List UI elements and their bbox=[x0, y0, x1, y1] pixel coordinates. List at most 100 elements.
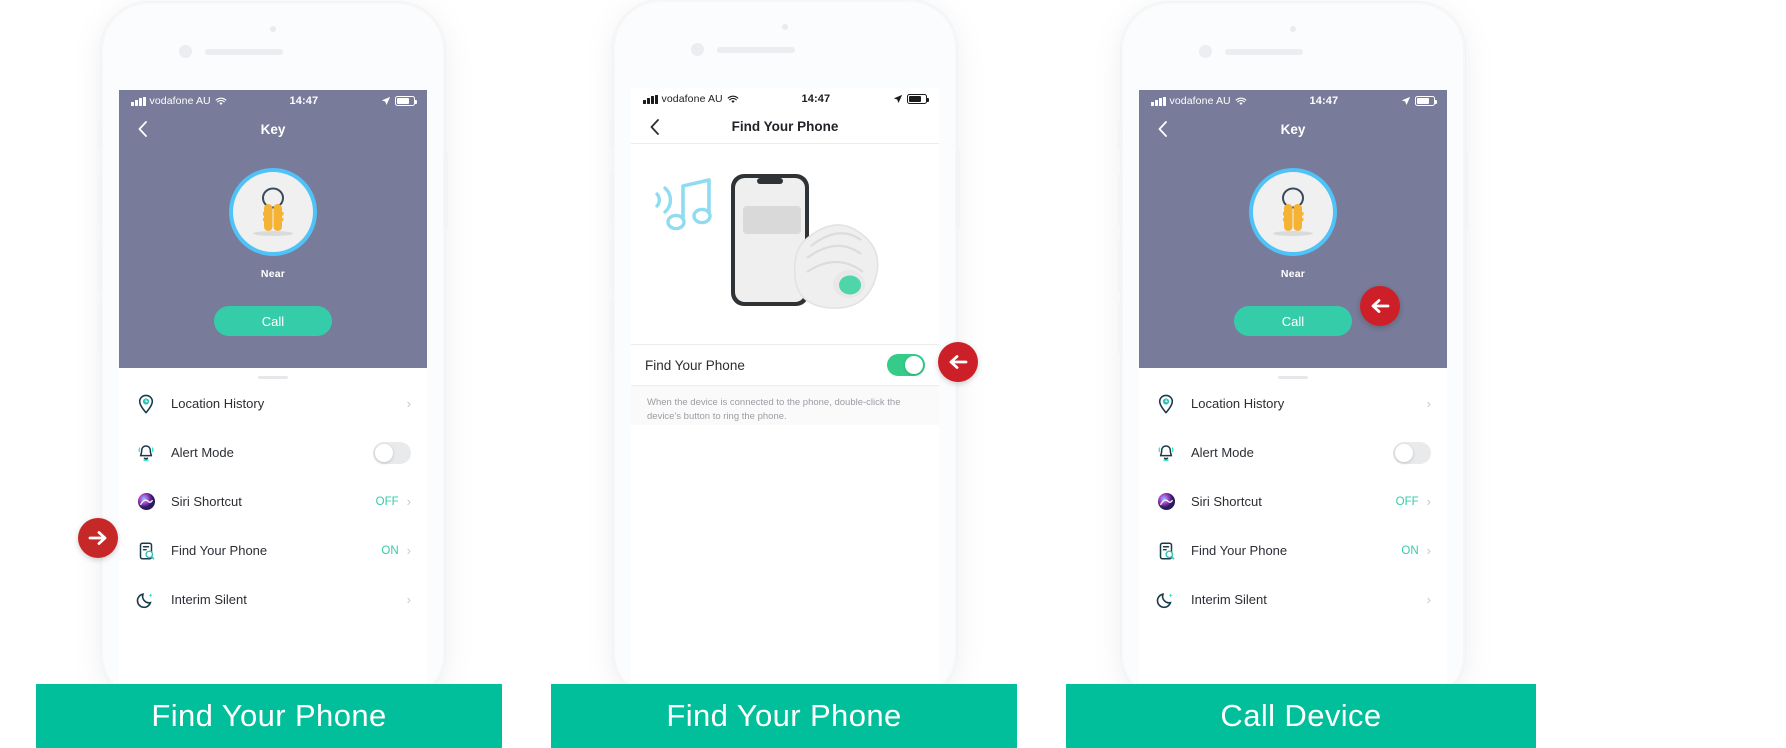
sensor-dot-2 bbox=[691, 43, 704, 56]
phone-screen-1: vodafone AU 14:47 Key Near Call Location… bbox=[119, 90, 427, 702]
list-item-label: Alert Mode bbox=[171, 445, 234, 460]
alert-mode-toggle-1[interactable] bbox=[373, 441, 411, 464]
chevron-right-icon: › bbox=[1426, 494, 1431, 509]
earpiece-speaker-2 bbox=[717, 47, 795, 53]
volume-up-button-2[interactable] bbox=[610, 172, 614, 224]
power-button-1[interactable] bbox=[444, 152, 448, 230]
earpiece-speaker-1 bbox=[205, 49, 283, 55]
settings-list-1: Location History › Alert Mode Siri Short… bbox=[119, 368, 427, 624]
list-item-find-your-phone-1[interactable]: Find Your Phone ON › bbox=[119, 526, 427, 575]
status-bar-2: vodafone AU 14:47 bbox=[631, 88, 939, 110]
volume-up-button-1[interactable] bbox=[98, 174, 102, 226]
screenshot-stage: vodafone AU 14:47 Key Near Call Location… bbox=[0, 0, 1786, 748]
chevron-right-icon: › bbox=[1426, 396, 1431, 411]
phone-frame-1: vodafone AU 14:47 Key Near Call Location… bbox=[98, 2, 448, 702]
settings-list-3: Location History › Alert Mode Siri Short… bbox=[1139, 368, 1447, 624]
back-button-2[interactable] bbox=[641, 114, 667, 140]
tracker-tag-icon bbox=[793, 224, 879, 309]
chevron-right-icon: › bbox=[406, 396, 411, 411]
volume-up-button-3[interactable] bbox=[1118, 174, 1122, 226]
earpiece-speaker-3 bbox=[1225, 49, 1303, 55]
list-item-interim-silent-3[interactable]: Interim Silent › bbox=[1139, 575, 1447, 624]
list-item-alert-mode-1[interactable]: Alert Mode bbox=[119, 428, 427, 477]
mute-switch-1[interactable] bbox=[98, 120, 102, 150]
bell-alert-icon bbox=[135, 442, 157, 464]
sensor-dot-1 bbox=[179, 45, 192, 58]
status-bar-container-2: vodafone AU 14:47 bbox=[631, 88, 939, 110]
find-phone-icon bbox=[135, 540, 157, 562]
front-camera-dot-2 bbox=[782, 24, 788, 30]
clock-label: 14:47 bbox=[801, 93, 831, 105]
side-button-extra-3[interactable] bbox=[1118, 302, 1122, 354]
wifi-icon bbox=[727, 95, 739, 103]
list-item-alert-mode-3[interactable]: Alert Mode bbox=[1139, 428, 1447, 477]
signal-bars-icon bbox=[1151, 96, 1166, 106]
list-item-value: OFF bbox=[1395, 495, 1419, 508]
wifi-icon bbox=[1235, 97, 1247, 105]
status-bar-container-3: vodafone AU 14:47 bbox=[1139, 90, 1447, 112]
annotation-arrow-1 bbox=[78, 518, 118, 558]
front-camera-dot-3 bbox=[1290, 26, 1296, 32]
helper-text-container: When the device is connected to the phon… bbox=[631, 386, 939, 425]
phone-frame-2: vodafone AU 14:47 Find Your Phone Find Y… bbox=[610, 0, 960, 700]
list-item-label: Interim Silent bbox=[1191, 592, 1267, 607]
volume-down-button-1[interactable] bbox=[98, 240, 102, 292]
list-item-siri-shortcut-1[interactable]: Siri Shortcut OFF › bbox=[119, 477, 427, 526]
mute-switch-2[interactable] bbox=[610, 118, 614, 148]
back-button-3[interactable] bbox=[1149, 116, 1175, 142]
device-avatar-ring-3 bbox=[1249, 168, 1337, 256]
list-item-siri-shortcut-3[interactable]: Siri Shortcut OFF › bbox=[1139, 477, 1447, 526]
sensor-dot-3 bbox=[1199, 45, 1212, 58]
list-item-label: Location History bbox=[1191, 396, 1285, 411]
chevron-right-icon: › bbox=[406, 543, 411, 558]
nav-bar-3: Key bbox=[1139, 112, 1447, 146]
carrier-label: vodafone AU bbox=[1169, 95, 1231, 107]
bell-alert-icon bbox=[1155, 442, 1177, 464]
call-button-1[interactable]: Call bbox=[214, 306, 332, 336]
side-button-extra-2[interactable] bbox=[610, 300, 614, 352]
nav-bar-1: Key bbox=[119, 112, 427, 146]
list-item-label: Location History bbox=[171, 396, 265, 411]
list-item-value: ON bbox=[381, 544, 399, 557]
phone-screen-3: vodafone AU 14:47 Key Near Call Location… bbox=[1139, 90, 1447, 702]
mute-switch-3[interactable] bbox=[1118, 120, 1122, 150]
carrier-label: vodafone AU bbox=[149, 95, 211, 107]
find-your-phone-toggle[interactable] bbox=[887, 354, 925, 376]
page-title-1: Key bbox=[260, 121, 286, 137]
nav-bar-2: Find Your Phone bbox=[631, 110, 939, 144]
list-item-label: Find Your Phone bbox=[1191, 543, 1288, 558]
status-bar-3: vodafone AU 14:47 bbox=[1139, 90, 1447, 112]
device-avatar-ring-1 bbox=[229, 168, 317, 256]
moon-icon bbox=[1155, 589, 1177, 611]
helper-text: When the device is connected to the phon… bbox=[647, 397, 901, 423]
chevron-right-icon: › bbox=[1426, 543, 1431, 558]
list-item-interim-silent-1[interactable]: Interim Silent › bbox=[119, 575, 427, 624]
find-phone-illustration bbox=[631, 144, 939, 344]
power-button-2[interactable] bbox=[956, 150, 960, 228]
location-pin-icon bbox=[135, 393, 157, 415]
side-button-extra-1[interactable] bbox=[98, 302, 102, 354]
volume-down-button-3[interactable] bbox=[1118, 240, 1122, 292]
find-your-phone-toggle-row[interactable]: Find Your Phone bbox=[631, 344, 939, 386]
clock-label: 14:47 bbox=[1309, 95, 1339, 107]
list-item-label: Siri Shortcut bbox=[1191, 494, 1262, 509]
list-item-location-history-1[interactable]: Location History › bbox=[119, 379, 427, 428]
list-item-label: Alert Mode bbox=[1191, 445, 1254, 460]
power-button-3[interactable] bbox=[1464, 152, 1468, 230]
location-arrow-icon bbox=[893, 94, 903, 103]
battery-icon bbox=[395, 96, 417, 106]
back-button-1[interactable] bbox=[129, 116, 155, 142]
carrier-label: vodafone AU bbox=[661, 93, 723, 105]
list-item-label: Find Your Phone bbox=[171, 543, 268, 558]
volume-down-button-2[interactable] bbox=[610, 238, 614, 290]
phone-screen-2: vodafone AU 14:47 Find Your Phone Find Y… bbox=[631, 88, 939, 700]
call-button-3[interactable]: Call bbox=[1234, 306, 1352, 336]
keys-icon bbox=[262, 187, 284, 231]
alert-mode-toggle-3[interactable] bbox=[1393, 441, 1431, 464]
arrow-left-icon bbox=[949, 355, 968, 369]
list-item-find-your-phone-3[interactable]: Find Your Phone ON › bbox=[1139, 526, 1447, 575]
status-left-2: vodafone AU bbox=[643, 93, 739, 105]
chevron-right-icon: › bbox=[406, 592, 411, 607]
list-item-location-history-3[interactable]: Location History › bbox=[1139, 379, 1447, 428]
status-bar-1: vodafone AU 14:47 bbox=[119, 90, 427, 112]
